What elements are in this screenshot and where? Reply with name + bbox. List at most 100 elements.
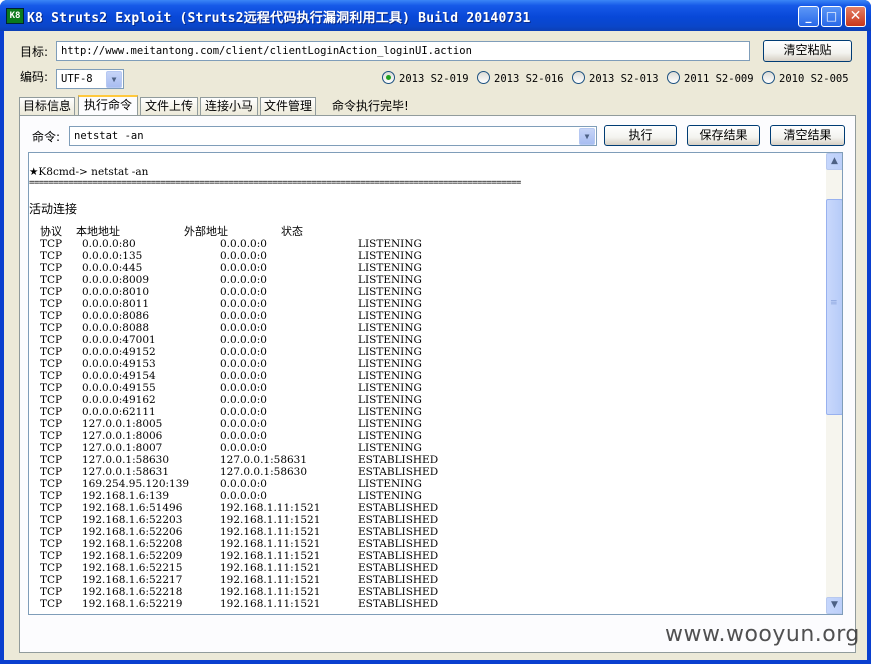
radio-s2-005[interactable]: 2010 S2-005 [762, 71, 849, 85]
cell-state: LISTENING [358, 274, 422, 286]
tab-execute-command[interactable]: 执行命令 [78, 95, 138, 116]
cell-foreign-address: 0.0.0.0:0 [220, 442, 267, 454]
cell-foreign-address: 192.168.1.11:1521 [220, 502, 321, 514]
cell-local-address: 192.168.1.6:52209 [82, 550, 183, 562]
cell-protocol: TCP [40, 322, 63, 334]
command-output-area[interactable]: ★K8cmd-> netstat -an ===================… [28, 152, 843, 615]
cell-foreign-address: 192.168.1.11:1521 [220, 598, 321, 610]
table-row: TCP 0.0.0.0:49162 0.0.0.0:0 LISTENING [29, 394, 439, 406]
cell-state: ESTABLISHED [358, 550, 439, 562]
cell-protocol: TCP [40, 430, 63, 442]
cell-foreign-address: 0.0.0.0:0 [220, 310, 267, 322]
target-url-input[interactable]: http://www.meitantong.com/client/clientL… [56, 41, 750, 61]
cell-state: LISTENING [358, 250, 422, 262]
radio-s2-016[interactable]: 2013 S2-016 [477, 71, 564, 85]
cell-foreign-address: 0.0.0.0:0 [220, 418, 267, 430]
cell-foreign-address: 192.168.1.11:1521 [220, 586, 321, 598]
cell-local-address: 192.168.1.6:52218 [82, 586, 183, 598]
tab-file-upload[interactable]: 文件上传 [140, 97, 198, 115]
cell-protocol: TCP [40, 562, 63, 574]
radio-s2-019[interactable]: 2013 S2-019 [382, 71, 469, 85]
table-row: TCP 192.168.1.6:52218 192.168.1.11:1521 EST… [29, 586, 439, 598]
table-row: TCP 127.0.0.1:8007 0.0.0.0:0 LISTENING [29, 442, 439, 454]
cell-foreign-address: 0.0.0.0:0 [220, 262, 267, 274]
radio-s2-009[interactable]: 2011 S2-009 [667, 71, 754, 85]
encoding-dropdown-icon[interactable]: ▼ [106, 71, 122, 88]
cell-foreign-address: 0.0.0.0:0 [220, 238, 267, 250]
app-window: K8 K8 Struts2 Exploit (Struts2远程代码执行漏洞利用… [0, 0, 871, 664]
scroll-up-icon[interactable]: ▲ [826, 153, 842, 170]
table-row: TCP 127.0.0.1:58630 127.0.0.1:58631 ESTABLI… [29, 454, 439, 466]
cell-foreign-address: 127.0.0.1:58631 [220, 454, 308, 466]
cell-state: LISTENING [358, 478, 422, 490]
cell-protocol: TCP [40, 502, 63, 514]
cell-foreign-address: 192.168.1.11:1521 [220, 538, 321, 550]
cell-local-address: 0.0.0.0:8088 [82, 322, 149, 334]
table-row: TCP 0.0.0.0:8009 0.0.0.0:0 LISTENING [29, 274, 439, 286]
title-bar[interactable]: K8 K8 Struts2 Exploit (Struts2远程代码执行漏洞利用… [0, 0, 871, 31]
scroll-down-icon[interactable]: ▼ [826, 597, 842, 614]
cell-protocol: TCP [40, 382, 63, 394]
execute-button[interactable]: 执行 [604, 125, 677, 146]
encoding-select[interactable]: UTF-8 ▼ [56, 69, 124, 89]
scroll-thumb[interactable]: ≡ [826, 199, 842, 415]
radio-label: 2013 S2-013 [589, 73, 659, 85]
cell-protocol: TCP [40, 250, 63, 262]
table-row: TCP 0.0.0.0:47001 0.0.0.0:0 LISTENING [29, 334, 439, 346]
cell-local-address: 192.168.1.6:52203 [82, 514, 183, 526]
vertical-scrollbar[interactable]: ▲ ≡ ▼ [826, 153, 842, 614]
cell-protocol: TCP [40, 466, 63, 478]
cell-protocol: TCP [40, 598, 63, 610]
clear-result-button[interactable]: 清空结果 [770, 125, 845, 146]
cell-foreign-address: 0.0.0.0:0 [220, 490, 267, 502]
table-row: TCP 169.254.95.120:139 0.0.0.0:0 LISTENING [29, 478, 439, 490]
command-combobox[interactable]: netstat -an ▼ [69, 126, 597, 146]
cell-foreign-address: 0.0.0.0:0 [220, 322, 267, 334]
cell-local-address: 127.0.0.1:8006 [82, 430, 163, 442]
header-local-address: 本地地址 [76, 225, 120, 238]
cell-local-address: 192.168.1.6:139 [82, 490, 170, 502]
table-row: TCP 192.168.1.6:52206 192.168.1.11:1521 EST… [29, 526, 439, 538]
maximize-button[interactable]: □ [821, 6, 842, 27]
cell-foreign-address: 0.0.0.0:0 [220, 370, 267, 382]
radio-s2-013[interactable]: 2013 S2-013 [572, 71, 659, 85]
cell-state: LISTENING [358, 286, 422, 298]
cell-state: LISTENING [358, 442, 422, 454]
cell-protocol: TCP [40, 490, 63, 502]
cell-protocol: TCP [40, 298, 63, 310]
cell-state: ESTABLISHED [358, 466, 439, 478]
minimize-button[interactable]: _ [798, 6, 819, 27]
cell-local-address: 127.0.0.1:8007 [82, 442, 163, 454]
table-row: TCP 127.0.0.1:58631 127.0.0.1:58630 ESTABLI… [29, 466, 439, 478]
cell-foreign-address: 192.168.1.11:1521 [220, 526, 321, 538]
cell-local-address: 0.0.0.0:62111 [82, 406, 156, 418]
clear-paste-button[interactable]: 清空粘贴 [763, 40, 852, 62]
cell-local-address: 192.168.1.6:52208 [82, 538, 183, 550]
tab-connect-shell[interactable]: 连接小马 [200, 97, 258, 115]
tab-file-manager[interactable]: 文件管理 [260, 97, 316, 115]
cell-local-address: 192.168.1.6:51496 [82, 502, 183, 514]
cell-local-address: 127.0.0.1:58631 [82, 466, 170, 478]
app-logo-icon: K8 [6, 8, 24, 24]
close-button[interactable]: ✕ [845, 6, 866, 27]
cell-foreign-address: 0.0.0.0:0 [220, 250, 267, 262]
save-result-button[interactable]: 保存结果 [687, 125, 760, 146]
cell-foreign-address: 0.0.0.0:0 [220, 430, 267, 442]
cell-local-address: 127.0.0.1:8005 [82, 418, 163, 430]
cell-state: LISTENING [358, 382, 422, 394]
cell-local-address: 192.168.1.6:52215 [82, 562, 183, 574]
cell-local-address: 0.0.0.0:49162 [82, 394, 156, 406]
table-row: TCP 192.168.1.6:52209 192.168.1.11:1521 EST… [29, 550, 439, 562]
table-row: TCP 0.0.0.0:49154 0.0.0.0:0 LISTENING [29, 370, 439, 382]
tab-target-info[interactable]: 目标信息 [19, 97, 75, 115]
cell-state: LISTENING [358, 490, 422, 502]
table-row: TCP 192.168.1.6:52217 192.168.1.11:1521 EST… [29, 574, 439, 586]
cell-state: LISTENING [358, 394, 422, 406]
cell-protocol: TCP [40, 394, 63, 406]
section-title: 活动连接 [29, 202, 78, 216]
cell-protocol: TCP [40, 406, 63, 418]
cell-foreign-address: 0.0.0.0:0 [220, 406, 267, 418]
cell-protocol: TCP [40, 262, 63, 274]
command-dropdown-icon[interactable]: ▼ [579, 128, 595, 145]
cell-local-address: 0.0.0.0:49154 [82, 370, 156, 382]
